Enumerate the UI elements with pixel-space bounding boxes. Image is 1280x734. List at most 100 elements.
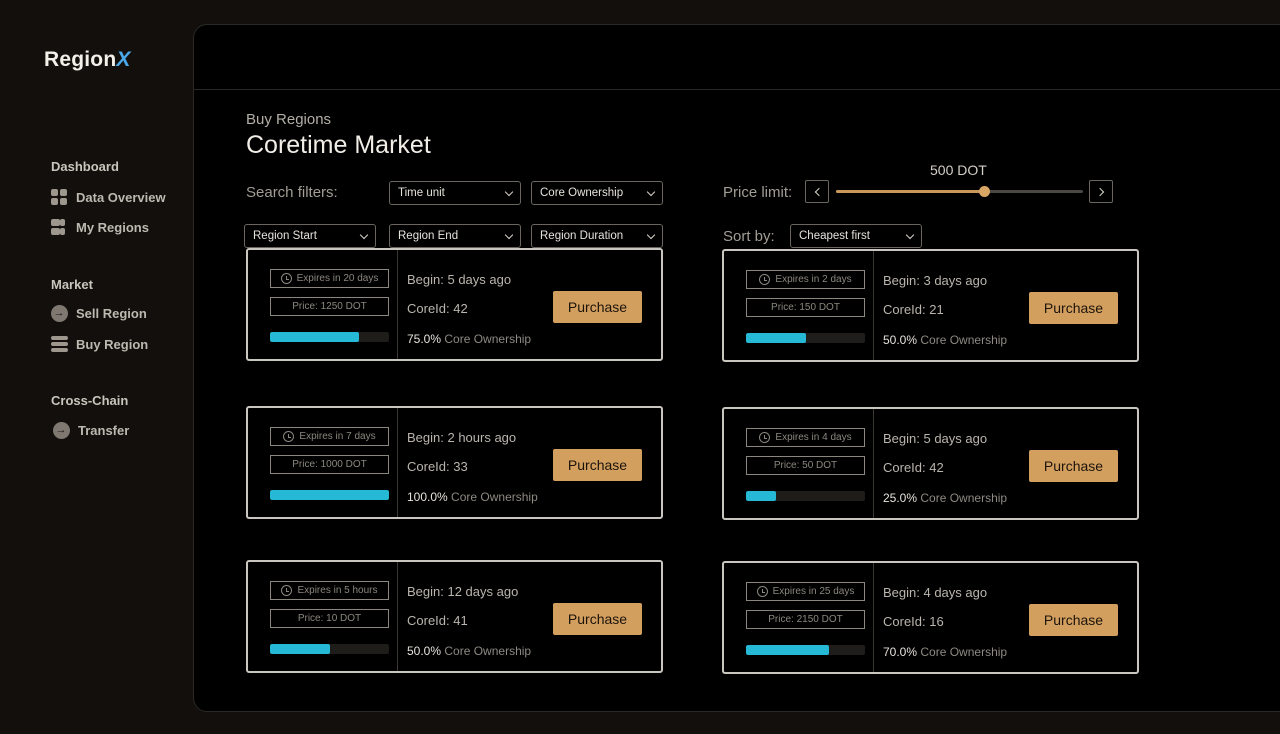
select-value: Region Duration <box>540 230 624 242</box>
card-left: Expires in 5 hours Price: 10 DOT <box>248 562 398 671</box>
core-id-text: CoreId: 16 <box>883 614 944 629</box>
sidebar-item-label: Data Overview <box>76 189 166 205</box>
expires-text: Expires in 2 days <box>775 274 852 285</box>
card-left: Expires in 7 days Price: 1000 DOT <box>248 408 398 517</box>
nav-section-cross-chain: Cross-Chain <box>51 393 129 408</box>
sidebar-item-data-overview[interactable]: Data Overview <box>50 186 166 208</box>
price-increase-button[interactable] <box>1089 180 1113 203</box>
price-badge: Price: 50 DOT <box>746 456 865 475</box>
core-ownership: 100.0% Core Ownership <box>407 490 538 504</box>
clock-icon <box>759 432 771 443</box>
price-badge: Price: 1250 DOT <box>270 297 389 316</box>
core-id-text: CoreId: 33 <box>407 459 468 474</box>
region-card: Expires in 2 days Price: 150 DOT Begin: … <box>722 249 1139 362</box>
select-value: Time unit <box>398 187 445 199</box>
price-limit-slider[interactable] <box>836 186 1083 197</box>
purchase-button[interactable]: Purchase <box>553 603 642 635</box>
purchase-button[interactable]: Purchase <box>553 291 642 323</box>
region-card: Expires in 4 days Price: 50 DOT Begin: 5… <box>722 407 1139 520</box>
begin-text: Begin: 5 days ago <box>407 272 512 287</box>
price-text: Price: 1250 DOT <box>292 301 367 312</box>
ownership-progress <box>270 490 389 500</box>
chevron-down-icon <box>646 187 656 196</box>
ownership-percent: 50.0% <box>883 333 918 347</box>
ownership-percent: 100.0% <box>407 490 448 504</box>
arrow-right-circle-icon: → <box>50 304 68 322</box>
begin-text: Begin: 4 days ago <box>883 585 988 600</box>
chevron-down-icon <box>359 230 369 239</box>
ownership-progress <box>746 333 865 343</box>
slider-thumb[interactable] <box>979 186 991 197</box>
sidebar-item-transfer[interactable]: → Transfer <box>52 419 129 441</box>
progress-fill <box>746 333 806 343</box>
sidebar: RegionX Dashboard Data Overview My Regio… <box>0 0 192 734</box>
region-end-select[interactable]: Region End <box>389 224 521 248</box>
sidebar-item-buy-region[interactable]: Buy Region <box>50 333 148 355</box>
sidebar-item-sell-region[interactable]: → Sell Region <box>50 302 147 324</box>
sidebar-item-label: Sell Region <box>76 305 147 321</box>
expires-text: Expires in 5 hours <box>297 585 378 596</box>
expires-text: Expires in 7 days <box>299 431 376 442</box>
price-decrease-button[interactable] <box>805 180 829 203</box>
expires-badge: Expires in 2 days <box>746 270 865 289</box>
card-left: Expires in 4 days Price: 50 DOT <box>724 409 874 518</box>
progress-fill <box>270 332 360 342</box>
clock-icon <box>759 274 771 285</box>
select-value: Cheapest first <box>799 230 870 242</box>
price-badge: Price: 10 DOT <box>270 609 389 628</box>
purchase-button[interactable]: Purchase <box>553 449 642 481</box>
region-duration-select[interactable]: Region Duration <box>531 224 663 248</box>
nav-section-dashboard: Dashboard <box>51 159 119 174</box>
expires-badge: Expires in 7 days <box>270 427 389 446</box>
region-start-select[interactable]: Region Start <box>244 224 376 248</box>
time-unit-select[interactable]: Time unit <box>389 181 521 205</box>
price-text: Price: 10 DOT <box>297 613 362 624</box>
sort-select[interactable]: Cheapest first <box>790 224 922 248</box>
core-id-text: CoreId: 21 <box>883 302 944 317</box>
region-card: Expires in 25 days Price: 2150 DOT Begin… <box>722 561 1139 674</box>
nav-section-market: Market <box>51 277 93 292</box>
price-limit-value: 500 DOT <box>930 162 987 178</box>
clock-icon <box>281 585 293 596</box>
core-id-text: CoreId: 41 <box>407 613 468 628</box>
purchase-button[interactable]: Purchase <box>1029 450 1118 482</box>
ownership-label: Core Ownership <box>451 490 538 504</box>
chevron-down-icon <box>504 230 514 239</box>
expires-badge: Expires in 4 days <box>746 428 865 447</box>
price-badge: Price: 150 DOT <box>746 298 865 317</box>
sort-by-label: Sort by: <box>723 228 775 245</box>
core-ownership: 75.0% Core Ownership <box>407 332 531 346</box>
chevron-down-icon <box>504 187 514 196</box>
app-logo[interactable]: RegionX <box>44 48 131 72</box>
chevron-left-icon <box>814 187 823 196</box>
price-limit-label: Price limit: <box>723 184 793 201</box>
begin-text: Begin: 5 days ago <box>883 431 988 446</box>
arrow-right-circle-icon: → <box>52 421 70 439</box>
price-text: Price: 50 DOT <box>773 460 838 471</box>
clock-icon <box>283 431 295 442</box>
main-panel: Buy Regions Coretime Market Search filte… <box>193 24 1280 712</box>
progress-fill <box>746 645 830 655</box>
select-value: Region End <box>398 230 459 242</box>
region-card: Expires in 5 hours Price: 10 DOT Begin: … <box>246 560 663 673</box>
ownership-percent: 50.0% <box>407 644 442 658</box>
price-text: Price: 2150 DOT <box>768 614 843 625</box>
ownership-label: Core Ownership <box>444 644 532 658</box>
region-card: Expires in 20 days Price: 1250 DOT Begin… <box>246 248 663 361</box>
purchase-button[interactable]: Purchase <box>1029 604 1118 636</box>
clock-icon <box>756 586 768 597</box>
purchase-button[interactable]: Purchase <box>1029 292 1118 324</box>
card-left: Expires in 20 days Price: 1250 DOT <box>248 250 398 359</box>
ownership-progress <box>746 645 865 655</box>
select-value: Region Start <box>253 230 317 242</box>
regions-icon <box>50 218 68 236</box>
core-ownership: 50.0% Core Ownership <box>883 333 1007 347</box>
core-ownership-select[interactable]: Core Ownership <box>531 181 663 205</box>
expires-text: Expires in 20 days <box>296 273 379 284</box>
sidebar-item-label: My Regions <box>76 219 149 235</box>
sidebar-item-my-regions[interactable]: My Regions <box>50 216 149 238</box>
select-value: Core Ownership <box>540 187 624 199</box>
ownership-progress <box>270 332 389 342</box>
ownership-percent: 75.0% <box>407 332 442 346</box>
core-ownership: 25.0% Core Ownership <box>883 491 1007 505</box>
